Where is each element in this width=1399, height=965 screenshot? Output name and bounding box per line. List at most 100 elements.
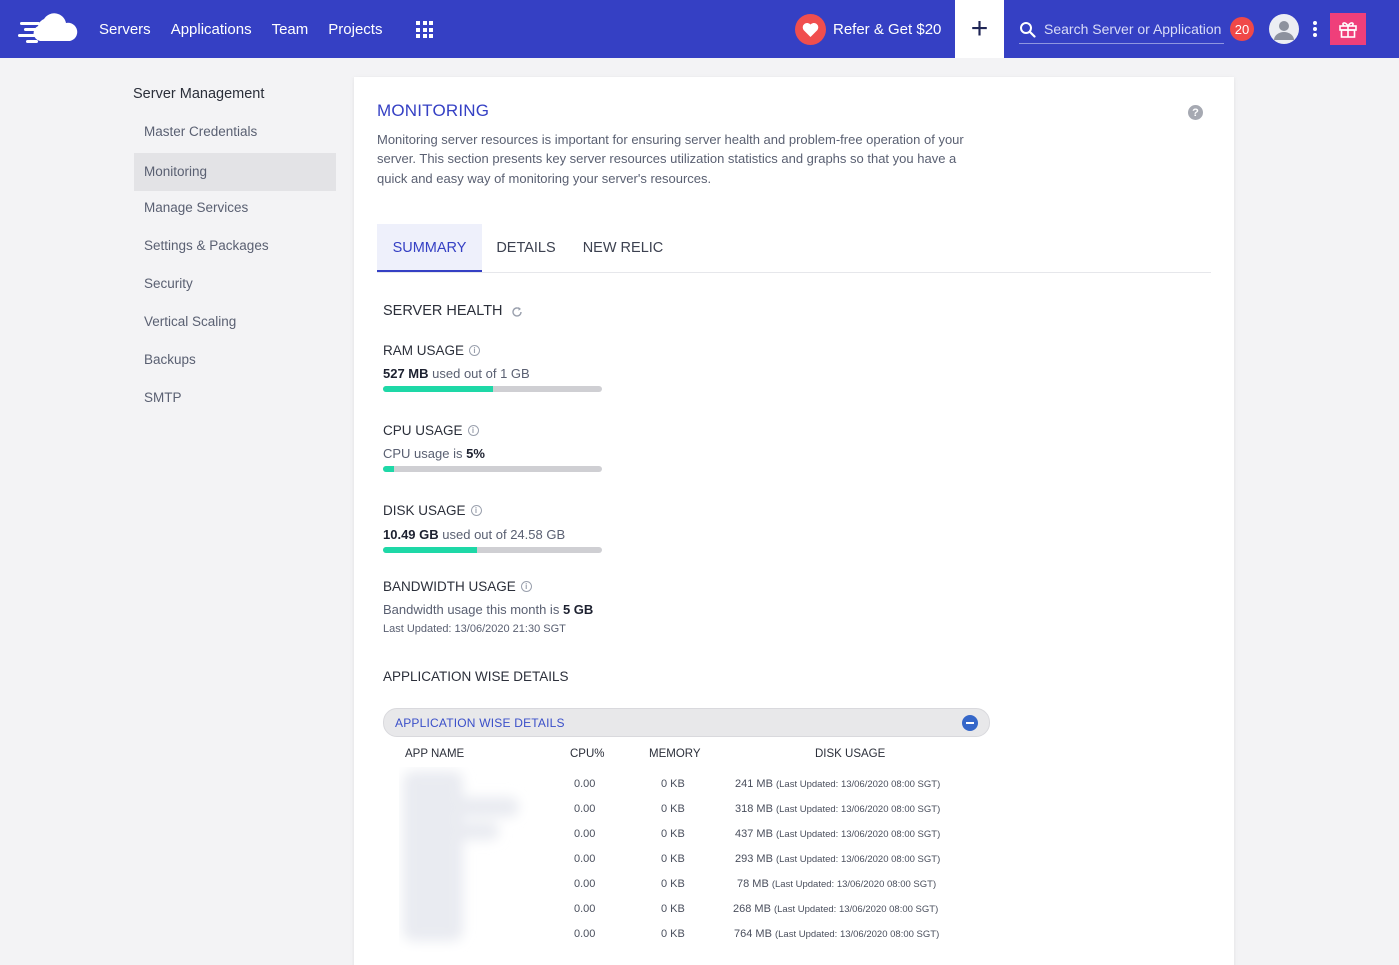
app-details-accordion[interactable]: APPLICATION WISE DETAILS xyxy=(383,708,990,737)
bandwidth-usage-text: Bandwidth usage this month is 5 GB xyxy=(383,602,593,617)
cpu-progress-bar xyxy=(383,466,602,472)
row-disk-value: 437 MB xyxy=(735,828,773,840)
disk-progress-fill xyxy=(383,547,478,553)
ram-usage-value: 527 MB xyxy=(383,366,429,381)
disk-usage-suffix: used out of 24.58 GB xyxy=(438,527,566,542)
row-memory: 0 KB xyxy=(661,853,685,865)
search-icon xyxy=(1020,21,1036,38)
sidebar-item-vertical-scaling[interactable]: Vertical Scaling xyxy=(134,303,336,341)
disk-progress-bar xyxy=(383,547,602,553)
nav-servers[interactable]: Servers xyxy=(99,21,151,38)
disk-usage-text: 10.49 GB used out of 24.58 GB xyxy=(383,527,565,542)
ram-progress-bar xyxy=(383,386,602,392)
row-disk: 78 MB (Last Updated: 13/06/2020 08:00 SG… xyxy=(737,878,936,890)
row-disk: 437 MB (Last Updated: 13/06/2020 08:00 S… xyxy=(735,828,940,840)
notification-badge[interactable]: 20 xyxy=(1230,17,1254,41)
sidebar-item-monitoring[interactable]: Monitoring xyxy=(134,153,336,191)
row-cpu: 0.00 xyxy=(574,928,596,940)
disk-usage-label: DISK USAGE xyxy=(383,503,466,518)
cpu-usage-value: 5% xyxy=(466,446,485,461)
ram-progress-fill xyxy=(383,386,493,392)
info-icon[interactable]: i xyxy=(467,425,479,436)
info-icon[interactable]: i xyxy=(470,505,482,516)
cloud-logo-icon[interactable] xyxy=(18,13,82,47)
bandwidth-usage-label: BANDWIDTH USAGE xyxy=(383,579,516,594)
row-disk-value: 268 MB xyxy=(733,903,771,915)
gift-icon[interactable] xyxy=(1330,13,1366,45)
row-disk: 318 MB (Last Updated: 13/06/2020 08:00 S… xyxy=(735,803,940,815)
page-title: MONITORING xyxy=(377,101,490,120)
row-cpu: 0.00 xyxy=(574,828,596,840)
info-icon[interactable]: i xyxy=(520,581,532,592)
row-disk-updated: (Last Updated: 13/06/2020 08:00 SGT) xyxy=(775,779,941,790)
row-disk-updated: (Last Updated: 13/06/2020 08:00 SGT) xyxy=(774,929,940,940)
col-memory: MEMORY xyxy=(649,748,701,760)
collapse-icon[interactable] xyxy=(962,715,978,731)
redacted-app-names xyxy=(403,771,519,941)
refer-button[interactable]: Refer & Get $20 xyxy=(795,0,941,58)
row-disk-value: 293 MB xyxy=(735,853,773,865)
tab-new-relic[interactable]: NEW RELIC xyxy=(575,224,671,272)
row-disk-updated: (Last Updated: 13/06/2020 08:00 SGT) xyxy=(775,829,941,840)
row-disk: 293 MB (Last Updated: 13/06/2020 08:00 S… xyxy=(735,853,940,865)
server-health-title: SERVER HEALTH xyxy=(383,303,503,319)
ram-usage-label: RAM USAGE xyxy=(383,343,465,358)
ram-usage-suffix: used out of 1 GB xyxy=(428,366,530,381)
row-cpu: 0.00 xyxy=(574,778,596,790)
cpu-usage-prefix: CPU usage is xyxy=(383,446,467,461)
avatar-icon[interactable] xyxy=(1269,14,1299,44)
row-disk: 764 MB (Last Updated: 13/06/2020 08:00 S… xyxy=(734,928,939,940)
last-updated: Last Updated: 13/06/2020 21:30 SGT xyxy=(383,623,566,635)
sidebar-title: Server Management xyxy=(133,86,265,102)
row-cpu: 0.00 xyxy=(574,903,596,915)
sidebar-item-backups[interactable]: Backups xyxy=(134,341,336,379)
row-disk-updated: (Last Updated: 13/06/2020 08:00 SGT) xyxy=(771,879,937,890)
nav-applications[interactable]: Applications xyxy=(171,21,252,38)
nav-projects[interactable]: Projects xyxy=(328,21,382,38)
sidebar-item-manage-services[interactable]: Manage Services xyxy=(134,189,336,227)
info-icon[interactable]: i xyxy=(469,345,481,356)
cpu-progress-fill xyxy=(383,466,394,472)
apps-grid-icon[interactable] xyxy=(416,21,433,38)
tab-bar: SUMMARY DETAILS NEW RELIC xyxy=(377,224,1211,273)
cpu-usage-text: CPU usage is 5% xyxy=(383,446,485,461)
row-disk-value: 318 MB xyxy=(735,803,773,815)
disk-usage-title: DISK USAGE i xyxy=(383,503,482,518)
row-cpu: 0.00 xyxy=(574,878,596,890)
search-input[interactable] xyxy=(1044,21,1222,37)
row-disk-value: 764 MB xyxy=(734,928,772,940)
row-cpu: 0.00 xyxy=(574,853,596,865)
accordion-title: APPLICATION WISE DETAILS xyxy=(395,716,565,730)
tab-details[interactable]: DETAILS xyxy=(486,224,566,272)
row-memory: 0 KB xyxy=(661,903,685,915)
app-details-title: APPLICATION WISE DETAILS xyxy=(383,669,569,684)
sidebar-item-master-credentials[interactable]: Master Credentials xyxy=(134,113,336,151)
bandwidth-usage-title: BANDWIDTH USAGE i xyxy=(383,579,532,594)
sidebar-item-smtp[interactable]: SMTP xyxy=(134,379,336,417)
sidebar-item-security[interactable]: Security xyxy=(134,265,336,303)
cpu-usage-label: CPU USAGE xyxy=(383,423,463,438)
top-navbar: Servers Applications Team Projects Refer… xyxy=(0,0,1399,58)
ram-usage-title: RAM USAGE i xyxy=(383,343,481,358)
refresh-icon[interactable] xyxy=(511,306,523,318)
tab-summary[interactable]: SUMMARY xyxy=(377,224,482,272)
row-memory: 0 KB xyxy=(661,828,685,840)
refer-label: Refer & Get $20 xyxy=(833,20,942,38)
row-disk-updated: (Last Updated: 13/06/2020 08:00 SGT) xyxy=(775,854,941,865)
monitoring-card: MONITORING ? Monitoring server resources… xyxy=(354,77,1234,965)
row-cpu: 0.00 xyxy=(574,803,596,815)
bandwidth-usage-value: 5 GB xyxy=(562,602,594,617)
col-app-name: APP NAME xyxy=(405,748,465,760)
ram-usage-text: 527 MB used out of 1 GB xyxy=(383,366,530,381)
plus-icon[interactable]: + xyxy=(955,0,1004,58)
search-box xyxy=(1019,15,1224,44)
row-memory: 0 KB xyxy=(661,928,685,940)
row-disk-updated: (Last Updated: 13/06/2020 08:00 SGT) xyxy=(773,904,939,915)
sidebar-item-settings-packages[interactable]: Settings & Packages xyxy=(134,227,336,265)
help-icon[interactable]: ? xyxy=(1188,105,1203,120)
row-disk-value: 78 MB xyxy=(737,878,769,890)
row-disk: 268 MB (Last Updated: 13/06/2020 08:00 S… xyxy=(733,903,938,915)
row-disk-updated: (Last Updated: 13/06/2020 08:00 SGT) xyxy=(775,804,941,815)
nav-team[interactable]: Team xyxy=(272,21,309,38)
kebab-menu-icon[interactable] xyxy=(1312,21,1318,37)
